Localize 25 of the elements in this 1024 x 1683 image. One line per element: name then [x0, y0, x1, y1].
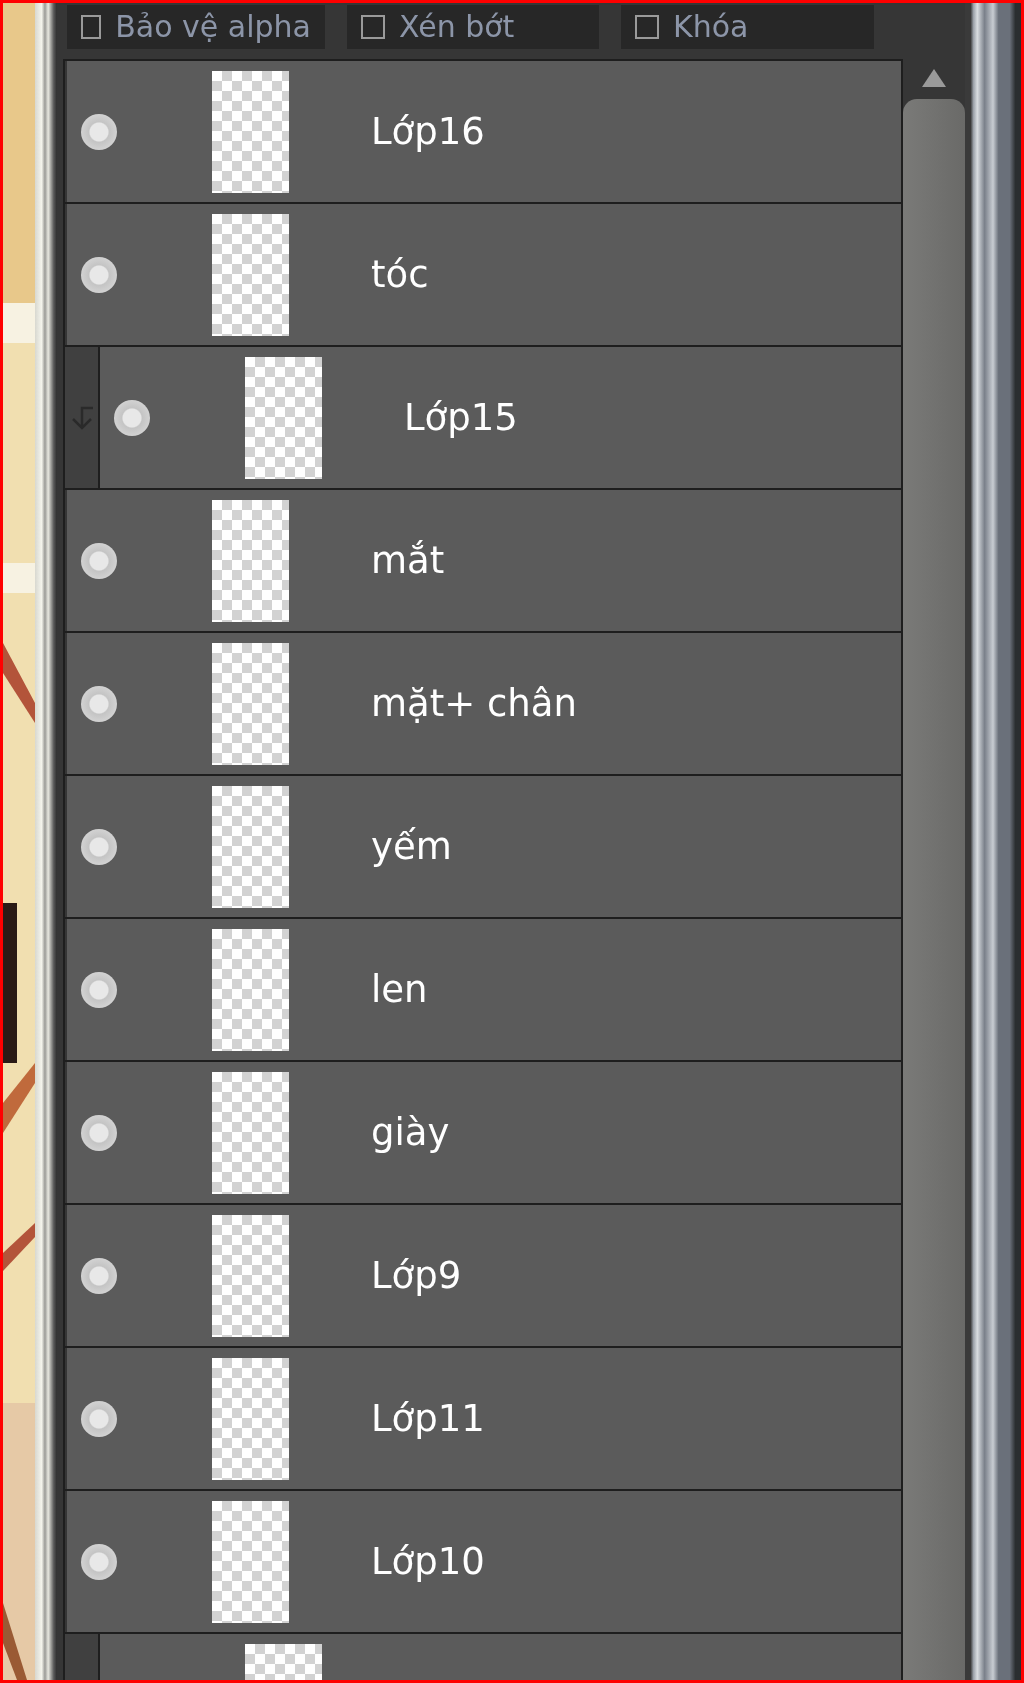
layer-name: yếm: [371, 825, 452, 868]
layer-row[interactable]: mặt+ chân: [67, 633, 901, 774]
checkbox-label: Xén bớt: [399, 12, 515, 42]
layer-row[interactable]: Lớp11: [67, 1348, 901, 1489]
layer-name: Lớp11: [371, 1397, 485, 1440]
layer-name: giày: [371, 1111, 450, 1154]
checkbox-label: Khóa: [673, 12, 749, 42]
layer-row[interactable]: tóc: [67, 204, 901, 345]
layer-name: Lớp9: [371, 1254, 462, 1297]
layer-row[interactable]: Lớp9: [67, 1205, 901, 1346]
layer-name: Lớp15: [404, 396, 518, 439]
layer-name: Lớp16: [371, 110, 485, 153]
layer-row[interactable]: mắt: [67, 490, 901, 631]
layer-row[interactable]: yếm: [67, 776, 901, 917]
layer-row[interactable]: Lớp10: [67, 1491, 901, 1632]
layer-name: len: [371, 968, 428, 1011]
layer-name: tóc: [371, 253, 429, 296]
layer-name: mắt: [371, 539, 445, 582]
checkbox-label: Bảo vệ alpha: [115, 12, 311, 42]
layer-row[interactable]: Lớp15: [100, 347, 901, 488]
layer-name: mặt+ chân: [371, 682, 577, 725]
layer-row[interactable]: giày: [67, 1062, 901, 1203]
layer-row[interactable]: Lớp16: [67, 61, 901, 202]
layer-name: Lớp10: [371, 1540, 485, 1583]
layer-row[interactable]: len: [67, 919, 901, 1060]
